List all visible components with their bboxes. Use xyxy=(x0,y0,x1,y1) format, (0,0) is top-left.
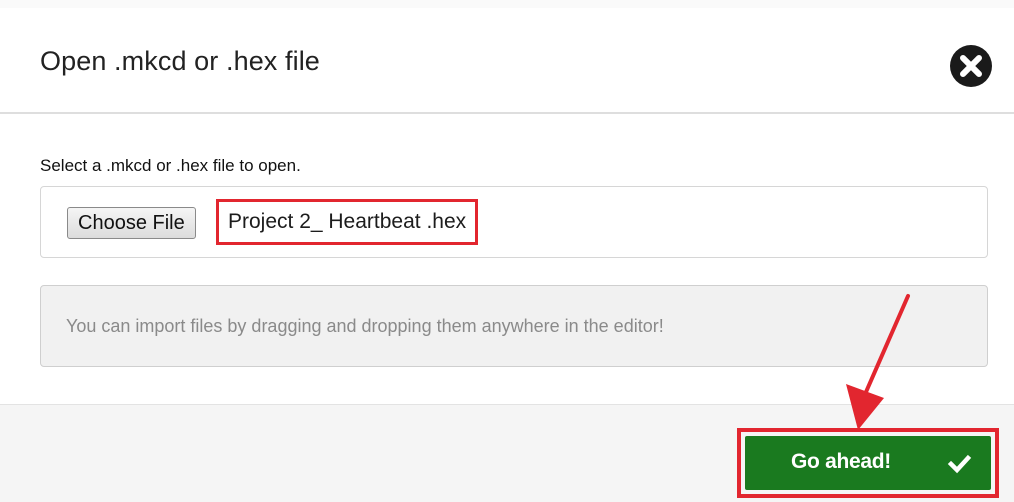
go-ahead-highlight: Go ahead! xyxy=(737,428,999,498)
dialog-body: Select a .mkcd or .hex file to open. Cho… xyxy=(0,114,1014,406)
drag-drop-info-box: You can import files by dragging and dro… xyxy=(40,285,988,367)
dialog-header: Open .mkcd or .hex file xyxy=(0,8,1014,114)
file-input-container: Choose File Project 2_ Heartbeat .hex xyxy=(40,186,988,258)
choose-file-button[interactable]: Choose File xyxy=(67,207,196,239)
dialog-title: Open .mkcd or .hex file xyxy=(40,46,320,76)
selected-file-name: Project 2_ Heartbeat .hex xyxy=(216,199,479,245)
go-ahead-label: Go ahead! xyxy=(791,450,891,473)
drag-drop-info-text: You can import files by dragging and dro… xyxy=(66,316,664,336)
checkmark-icon xyxy=(947,454,972,474)
close-icon xyxy=(960,55,982,77)
close-button[interactable] xyxy=(950,45,992,87)
top-strip xyxy=(0,0,1014,8)
file-prompt-label: Select a .mkcd or .hex file to open. xyxy=(40,156,301,175)
open-file-dialog: Open .mkcd or .hex file Select a .mkcd o… xyxy=(0,0,1014,502)
go-ahead-button[interactable]: Go ahead! xyxy=(745,436,991,490)
dialog-footer: Go ahead! xyxy=(0,404,1014,502)
